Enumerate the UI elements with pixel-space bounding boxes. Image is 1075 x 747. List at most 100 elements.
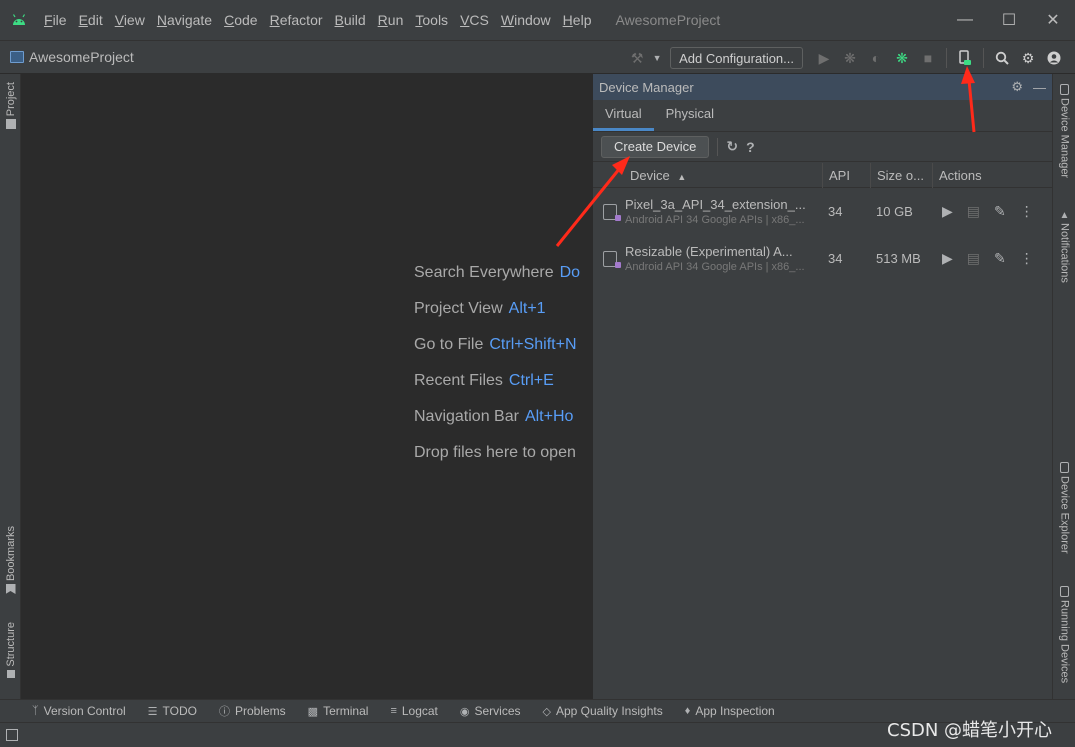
chevron-down-icon[interactable]: ▼ [652, 47, 662, 69]
hint-shortcut: Ctrl+Shift+N [489, 336, 577, 353]
search-icon[interactable] [991, 47, 1013, 69]
tab-label: App Inspection [695, 704, 775, 718]
table-row[interactable]: Pixel_3a_API_34_extension_... Android AP… [593, 188, 1053, 235]
menu-file[interactable]: File [38, 0, 73, 40]
project-breadcrumb[interactable]: AwesomeProject [0, 49, 134, 65]
run-icon[interactable]: ▶ [813, 47, 835, 69]
row-actions: ▶ ▤ ✎ ⋮ [932, 250, 1034, 267]
tab-version-control[interactable]: ᛉ Version Control [32, 704, 126, 718]
table-row[interactable]: Resizable (Experimental) A... Android AP… [593, 235, 1053, 282]
device-manager-icon[interactable] [954, 47, 976, 69]
menu-view[interactable]: View [109, 0, 151, 40]
gear-icon[interactable]: ⚙ [1017, 47, 1039, 69]
close-icon[interactable]: ✕ [1031, 0, 1075, 40]
minimize-icon[interactable]: — [943, 0, 987, 40]
bookmarks-tool-tab[interactable]: Bookmarks [0, 526, 21, 597]
tab-virtual[interactable]: Virtual [593, 99, 654, 131]
column-header-api[interactable]: API [822, 162, 870, 188]
right-tool-stripe: Device Manager ▲ Notifications Device Ex… [1052, 74, 1075, 699]
device-cell-icon [593, 250, 621, 268]
debug-icon[interactable]: ❋ [839, 47, 861, 69]
menu-edit[interactable]: Edit [73, 0, 109, 40]
hint-shortcut: Do [559, 264, 581, 281]
launch-play-icon[interactable]: ▶ [942, 250, 953, 267]
hint-recent-files: Recent Files Ctrl+E [414, 372, 554, 390]
apply-changes-icon[interactable]: ❋ [891, 47, 913, 69]
row-actions: ▶ ▤ ✎ ⋮ [932, 203, 1034, 220]
tab-todo[interactable]: ☰ TODO [148, 704, 197, 718]
menu-run[interactable]: Run [372, 0, 410, 40]
notifications-tab-label: Notifications [1058, 223, 1071, 283]
device-name: Pixel_3a_API_34_extension_... [625, 197, 806, 212]
edit-pencil-icon[interactable]: ✎ [994, 203, 1006, 220]
device-manager-tab-label: Device Manager [1058, 98, 1071, 179]
edit-pencil-icon[interactable]: ✎ [994, 250, 1006, 267]
tab-app-quality-insights[interactable]: ◇ App Quality Insights [543, 704, 663, 718]
tab-label: Services [474, 704, 521, 718]
device-manager-tabs: Virtual Physical [593, 100, 1052, 132]
column-header-actions[interactable]: Actions [932, 162, 1053, 188]
android-logo-icon [0, 0, 38, 40]
column-header-label: Device [630, 167, 670, 183]
folder-icon[interactable]: ▤ [967, 250, 980, 267]
panel-minimize-icon[interactable]: — [1033, 80, 1046, 95]
tab-logcat[interactable]: ≡ Logcat [390, 704, 437, 718]
menu-build[interactable]: Build [329, 0, 372, 40]
logcat-icon: ≡ [390, 705, 397, 717]
menu-window[interactable]: Window [495, 0, 557, 40]
menu-code[interactable]: Code [218, 0, 263, 40]
column-header-size[interactable]: Size o... [870, 162, 932, 188]
menu-tools[interactable]: Tools [409, 0, 454, 40]
more-options-icon[interactable]: ⋮ [1020, 203, 1034, 220]
services-icon: ◉ [459, 705, 470, 718]
tab-app-inspection[interactable]: ♦ App Inspection [685, 704, 775, 718]
help-icon[interactable]: ? [746, 139, 755, 155]
device-manager-title: Device Manager [599, 79, 694, 95]
refresh-icon[interactable]: ↻ [726, 138, 738, 155]
project-tool-tab[interactable]: Project [0, 82, 21, 132]
profile-icon[interactable]: ◐ [865, 47, 887, 69]
folder-icon[interactable]: ▤ [967, 203, 980, 220]
window-title: AwesomeProject [615, 12, 721, 28]
account-icon[interactable] [1043, 47, 1065, 69]
tab-terminal[interactable]: ▩ Terminal [308, 704, 369, 718]
menu-navigate[interactable]: Navigate [151, 0, 218, 40]
window-controls: — ☐ ✕ [943, 0, 1075, 40]
sort-ascending-icon: ▲ [677, 171, 687, 182]
create-device-button[interactable]: Create Device [601, 135, 710, 158]
device-manager-small-icon [1060, 84, 1069, 95]
stop-icon[interactable]: ■ [917, 47, 939, 69]
tab-services[interactable]: ◉ Services [460, 704, 521, 718]
device-table: Device ▲ API Size o... Actions Pixel_3a_… [593, 162, 1053, 282]
add-configuration-button[interactable]: Add Configuration... [670, 47, 803, 69]
device-manager-tool-tab[interactable]: Device Manager [1053, 84, 1075, 178]
device-cell: Pixel_3a_API_34_extension_... Android AP… [619, 197, 822, 226]
launch-play-icon[interactable]: ▶ [942, 203, 953, 220]
menu-refactor[interactable]: Refactor [264, 0, 329, 40]
hammer-icon[interactable]: ⚒ [626, 47, 648, 69]
menu-help[interactable]: Help [557, 0, 598, 40]
hint-label: Search Everywhere [414, 264, 554, 281]
left-tool-stripe: Project Bookmarks Structure [0, 74, 21, 699]
hint-search-everywhere: Search Everywhere Do [414, 264, 580, 282]
tab-physical[interactable]: Physical [654, 99, 726, 131]
notifications-tool-tab[interactable]: ▲ Notifications [1053, 210, 1075, 283]
terminal-icon: ▩ [307, 705, 319, 718]
size-cell: 513 MB [876, 251, 921, 266]
device-cell-icon [593, 203, 621, 221]
api-cell: 34 [828, 251, 843, 266]
project-tab-label: Project [4, 82, 17, 117]
toggle-tool-windows-icon[interactable] [6, 729, 18, 741]
device-explorer-tool-tab[interactable]: Device Explorer [1053, 462, 1075, 554]
tab-problems[interactable]: ⓘ Problems [219, 703, 286, 719]
menu-vcs[interactable]: VCS [454, 0, 495, 40]
more-options-icon[interactable]: ⋮ [1020, 250, 1034, 267]
bell-icon: ▲ [1059, 210, 1070, 221]
structure-tool-tab[interactable]: Structure [0, 622, 21, 681]
editor-empty-area[interactable]: Search Everywhere Do Project View Alt+1 Go… [21, 74, 592, 699]
panel-gear-icon[interactable]: ⚙ [1011, 79, 1023, 95]
bookmarks-tab-label: Bookmarks [4, 526, 17, 582]
running-devices-tool-tab[interactable]: Running Devices [1053, 586, 1075, 683]
maximize-icon[interactable]: ☐ [987, 0, 1031, 40]
column-header-device[interactable]: Device ▲ [593, 163, 822, 188]
